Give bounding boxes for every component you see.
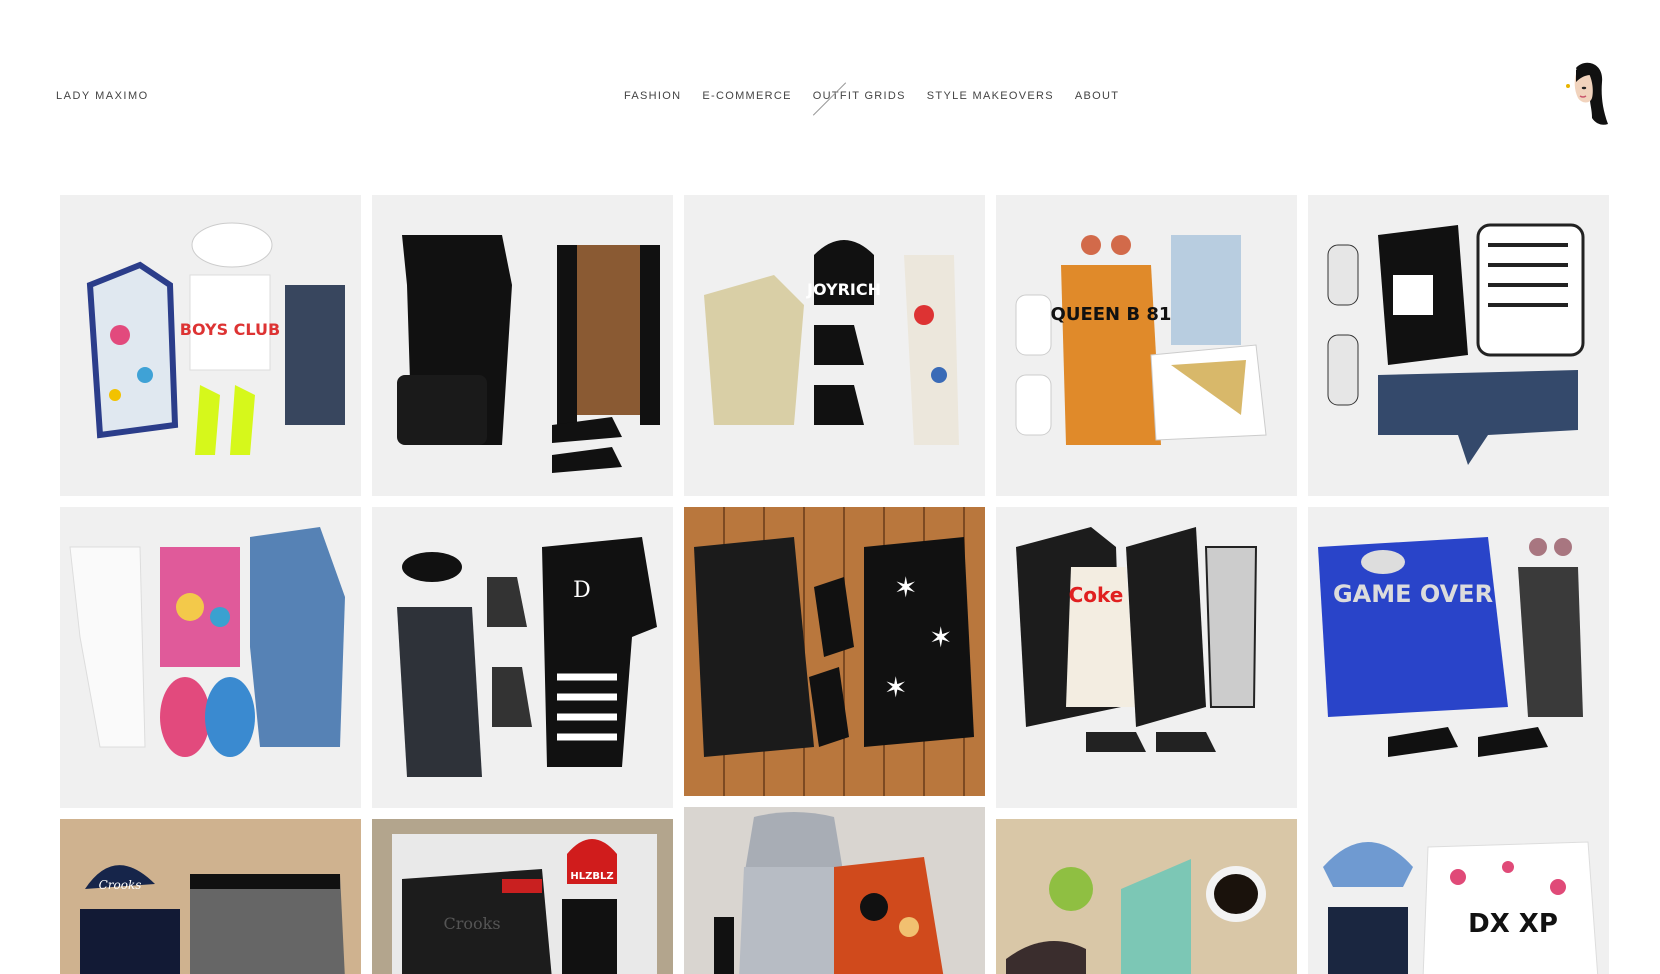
outfit-grid-tile-10[interactable]: GAME OVER [1308, 507, 1609, 808]
tile-10-print-text: GAME OVER [1333, 580, 1493, 608]
svg-text:✶: ✶ [884, 671, 907, 704]
tile-9-print-text: Coke [1069, 583, 1124, 607]
outfit-grid-tile-4[interactable]: QUEEN B 81 [996, 195, 1297, 496]
nav-style-makeovers[interactable]: STYLE MAKEOVERS [927, 90, 1054, 102]
site-brand[interactable]: LADY MAXIMO [56, 90, 149, 102]
tile-4-print-text: QUEEN B 81 [1051, 304, 1172, 325]
outfit-grid-tile-11[interactable]: Crooks [60, 819, 361, 974]
main-nav: FASHION E-COMMERCE OUTFIT GRIDS STYLE MA… [624, 82, 1119, 116]
tile-12-print-text: HLZBLZ [570, 871, 613, 882]
outfit-grid-tile-7[interactable]: D [372, 507, 673, 808]
tile-15-print-text: DX XP [1468, 909, 1558, 939]
outfit-grid-tile-15[interactable]: DX XP [1308, 807, 1609, 974]
nav-fashion[interactable]: FASHION [624, 90, 681, 102]
outfit-grid-tile-1[interactable]: BOYS CLUB [60, 195, 361, 496]
svg-text:✶: ✶ [894, 571, 917, 604]
tile-3-print-text: JOYRICH [806, 280, 881, 299]
outfit-grid-tile-3[interactable]: JOYRICH [684, 195, 985, 496]
outfit-grid-tile-14[interactable] [996, 819, 1297, 974]
outfit-grid: BOYS CLUB JOYRICH QUEEN B 81 D ✶ ✶ ✶ Cok… [60, 195, 1609, 974]
nav-about[interactable]: ABOUT [1075, 90, 1119, 102]
outfit-grid-tile-12[interactable]: Crooks HLZBLZ [372, 819, 673, 974]
nav-e-commerce[interactable]: E-COMMERCE [702, 90, 791, 102]
svg-text:Crooks: Crooks [443, 914, 500, 933]
tile-11-print-text: Crooks [99, 878, 142, 892]
tile-1-print-text: BOYS CLUB [180, 320, 280, 339]
outfit-grid-tile-8[interactable]: ✶ ✶ ✶ [684, 507, 985, 796]
outfit-grid-tile-2[interactable] [372, 195, 673, 496]
outfit-grid-tile-6[interactable] [60, 507, 361, 808]
outfit-grid-tile-5[interactable] [1308, 195, 1609, 496]
outfit-grid-tile-9[interactable]: Coke [996, 507, 1297, 808]
nav-outfit-grids[interactable]: OUTFIT GRIDS [812, 82, 906, 116]
tile-7-print-text: D [573, 578, 591, 603]
outfit-grid-tile-13[interactable] [684, 807, 985, 974]
svg-text:✶: ✶ [929, 621, 952, 654]
avatar-logo[interactable] [1562, 60, 1610, 132]
